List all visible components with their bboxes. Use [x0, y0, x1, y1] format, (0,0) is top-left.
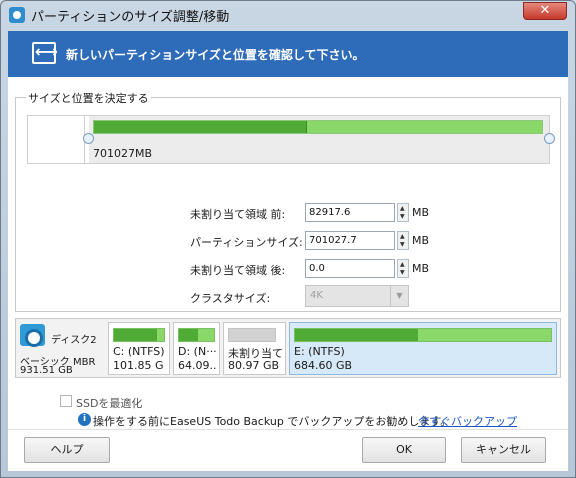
right-resize-handle[interactable] — [544, 133, 555, 144]
partition-usage-fill — [114, 329, 157, 341]
partition-c[interactable]: C: (NTFS) 101.85 G — [108, 322, 170, 375]
title-bar[interactable]: パーティションのサイズ調整/移動 ✕ — [1, 1, 575, 29]
partition-size: 64.09.. — [178, 359, 217, 372]
partition-e[interactable]: E: (NTFS) 684.60 GB — [289, 322, 557, 375]
ok-button[interactable]: OK — [362, 437, 446, 463]
after-label: 未割り当て領域 後: — [190, 264, 286, 277]
info-text: 操作をする前にEaseUS Todo Backup でバックアップをお勧めします… — [93, 415, 452, 428]
cluster-row: クラスタサイズ: 4K ▼ — [16, 285, 562, 307]
partition-size: 101.85 G — [113, 359, 164, 372]
size-row: パーティションサイズ: ▲▼ MB — [16, 231, 562, 251]
info-icon: i — [78, 413, 91, 426]
cluster-select: 4K ▼ — [305, 285, 409, 307]
dialog-window: パーティションのサイズ調整/移動 ✕ 新しいパーティションサイズと位置を確認して… — [0, 0, 576, 478]
ssd-label: SSDを最適化 — [76, 397, 143, 410]
disk-map: ディスク2 ベーシック MBR 931.51 GB C: (NTFS) 101.… — [15, 318, 561, 378]
partition-usage-bar — [93, 120, 543, 134]
before-spinner[interactable]: ▲ ▼ — [397, 203, 409, 222]
partition-size-label: 701027MB — [93, 147, 153, 160]
disk-icon — [20, 324, 45, 347]
left-resize-handle[interactable] — [83, 133, 94, 144]
after-row: 未割り当て領域 後: ▲▼ MB — [16, 259, 562, 279]
partition-usage-bar — [228, 328, 276, 342]
backup-now-link[interactable]: 今すぐバックアップ — [418, 413, 517, 429]
partition-usage-fill — [179, 329, 199, 341]
app-icon — [9, 7, 25, 23]
before-unit: MB — [412, 206, 430, 219]
header-text: 新しいパーティションサイズと位置を確認して下さい。 — [66, 48, 365, 62]
partition-size: 684.60 GB — [294, 359, 353, 372]
dialog-body: 新しいパーティションサイズと位置を確認して下さい。 サイズと位置を決定する 70… — [8, 31, 568, 471]
unallocated-before-area — [28, 116, 85, 163]
partition-usage-bar — [113, 328, 165, 342]
disk-size: 931.51 GB — [20, 365, 73, 376]
cancel-button[interactable]: キャンセル — [461, 437, 546, 463]
before-input[interactable] — [305, 203, 395, 222]
partition-usage-fill — [295, 329, 418, 341]
before-label: 未割り当て領域 前: — [190, 208, 286, 221]
window-title: パーティションのサイズ調整/移動 — [31, 10, 230, 25]
group-legend: サイズと位置を決定する — [26, 90, 151, 106]
partition-usage-bar — [178, 328, 215, 342]
partition-label: E: (NTFS) — [294, 345, 345, 358]
partition-unallocated[interactable]: 未割り当て 80.97 GB — [223, 322, 286, 375]
partition-bar-panel: 701027MB — [27, 115, 555, 164]
header-banner: 新しいパーティションサイズと位置を確認して下さい。 — [8, 31, 568, 77]
before-row: 未割り当て領域 前: ▲▼ MB — [16, 203, 562, 223]
after-spinner[interactable]: ▲ ▼ — [397, 259, 409, 278]
cluster-label: クラスタサイズ: — [190, 292, 271, 305]
partition-label: D: (N··· — [178, 345, 217, 358]
partition-label: C: (NTFS) — [113, 345, 165, 358]
partition-usage-bar — [294, 328, 552, 342]
ssd-checkbox[interactable] — [60, 395, 72, 407]
after-unit: MB — [412, 262, 430, 275]
size-position-group: サイズと位置を決定する 701027MB 未割り当て領域 前: ▲▼ MB パー… — [15, 90, 562, 312]
after-input[interactable] — [305, 259, 395, 278]
close-button[interactable]: ✕ — [523, 2, 567, 20]
help-button[interactable]: ヘルプ — [24, 437, 110, 463]
size-unit: MB — [412, 234, 430, 247]
size-input[interactable] — [305, 231, 395, 250]
partition-usage-fill — [94, 121, 307, 133]
cluster-value: 4K — [310, 290, 323, 301]
resize-icon — [32, 42, 58, 64]
size-label: パーティションサイズ: — [190, 236, 303, 249]
disk-name: ディスク2 — [51, 335, 97, 346]
footer-divider — [8, 429, 568, 430]
chevron-down-icon: ▼ — [390, 286, 408, 306]
size-spinner[interactable]: ▲ ▼ — [397, 231, 409, 250]
partition-size: 80.97 GB — [228, 359, 280, 372]
partition-d[interactable]: D: (N··· 64.09.. — [173, 322, 220, 375]
